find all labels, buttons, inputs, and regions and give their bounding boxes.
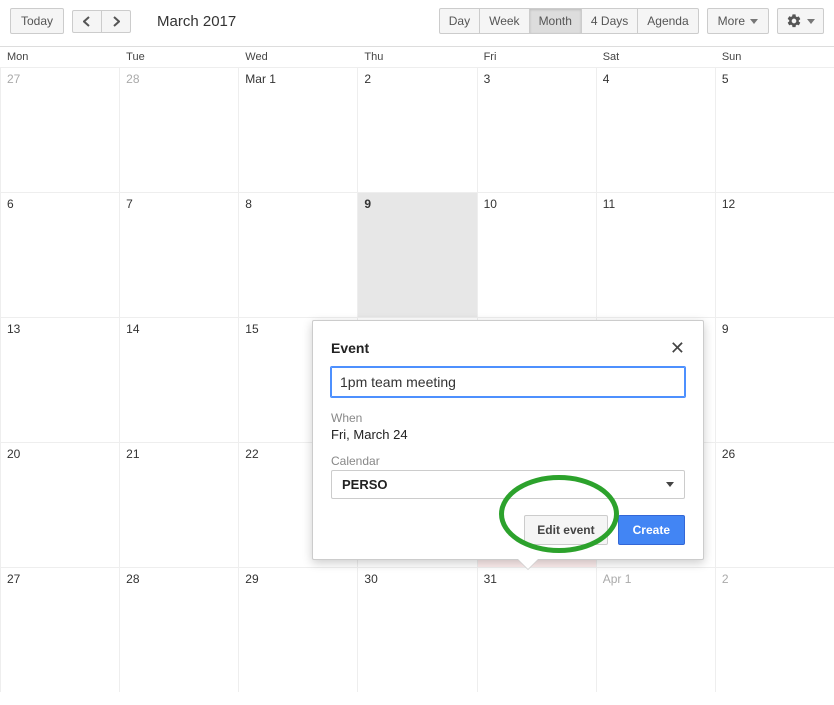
view-month[interactable]: Month	[529, 8, 582, 34]
day-cell[interactable]: 21	[119, 442, 238, 567]
day-cell[interactable]: Apr 1	[596, 567, 715, 692]
day-cell[interactable]: Mar 1	[238, 67, 357, 192]
day-cell[interactable]: 29	[238, 567, 357, 692]
dow-cell: Sun	[715, 47, 834, 67]
day-cell[interactable]: 31	[477, 567, 596, 692]
calendar-select-value: PERSO	[342, 477, 388, 492]
dow-cell: Fri	[477, 47, 596, 67]
dow-cell: Mon	[0, 47, 119, 67]
chevron-left-icon	[83, 16, 91, 27]
day-cell[interactable]: 9	[715, 317, 834, 442]
nav-group	[72, 10, 131, 33]
view-agenda[interactable]: Agenda	[637, 8, 698, 34]
event-title-input[interactable]	[331, 367, 685, 397]
day-cell[interactable]: 30	[357, 567, 476, 692]
day-cell[interactable]: 4	[596, 67, 715, 192]
today-button[interactable]: Today	[10, 8, 64, 34]
day-cell[interactable]: 27	[0, 567, 119, 692]
view-week[interactable]: Week	[479, 8, 529, 34]
view-4days[interactable]: 4 Days	[581, 8, 638, 34]
dow-cell: Sat	[596, 47, 715, 67]
calendar-label: Calendar	[331, 454, 685, 468]
more-label: More	[718, 14, 745, 28]
create-button[interactable]: Create	[618, 515, 685, 545]
day-cell[interactable]: 7	[119, 192, 238, 317]
day-cell[interactable]: 26	[715, 442, 834, 567]
day-cell[interactable]: 2	[357, 67, 476, 192]
day-cell[interactable]: 28	[119, 567, 238, 692]
settings-button[interactable]	[777, 8, 824, 34]
more-button[interactable]: More	[707, 8, 769, 34]
gear-icon	[786, 13, 802, 29]
day-cell[interactable]: 5	[715, 67, 834, 192]
day-cell[interactable]: 12	[715, 192, 834, 317]
day-cell[interactable]: 20	[0, 442, 119, 567]
week-row: 2728293031Apr 12	[0, 567, 834, 692]
close-icon[interactable]: ✕	[670, 339, 685, 357]
caret-down-icon	[666, 482, 674, 487]
when-label: When	[331, 411, 685, 425]
day-cell[interactable]: 11	[596, 192, 715, 317]
week-row: 2728Mar 12345	[0, 67, 834, 192]
caret-down-icon	[750, 19, 758, 24]
dow-cell: Thu	[357, 47, 476, 67]
day-cell[interactable]: 10	[477, 192, 596, 317]
popover-title: Event	[331, 340, 369, 356]
event-popover: Event ✕ When Fri, March 24 Calendar PERS…	[312, 320, 704, 560]
day-cell[interactable]: 14	[119, 317, 238, 442]
day-cell[interactable]: 28	[119, 67, 238, 192]
day-cell[interactable]: 9	[357, 192, 476, 317]
day-cell[interactable]: 13	[0, 317, 119, 442]
toolbar: Today March 2017 Day Week Month 4 Days A…	[0, 0, 834, 42]
day-cell[interactable]: 3	[477, 67, 596, 192]
view-day[interactable]: Day	[439, 8, 480, 34]
edit-event-button[interactable]: Edit event	[524, 515, 607, 545]
dow-cell: Wed	[238, 47, 357, 67]
caret-down-icon	[807, 19, 815, 24]
day-cell[interactable]: 8	[238, 192, 357, 317]
calendar-select[interactable]: PERSO	[331, 470, 685, 499]
week-row: 6789101112	[0, 192, 834, 317]
next-button[interactable]	[101, 10, 131, 33]
when-value: Fri, March 24	[331, 427, 685, 442]
view-switcher: Day Week Month 4 Days Agenda	[439, 8, 699, 34]
dow-cell: Tue	[119, 47, 238, 67]
day-cell[interactable]: 2	[715, 567, 834, 692]
day-cell[interactable]: 6	[0, 192, 119, 317]
chevron-right-icon	[112, 16, 120, 27]
dow-header: MonTueWedThuFriSatSun	[0, 47, 834, 67]
prev-button[interactable]	[72, 10, 102, 33]
day-cell[interactable]: 27	[0, 67, 119, 192]
month-label: March 2017	[157, 13, 236, 30]
